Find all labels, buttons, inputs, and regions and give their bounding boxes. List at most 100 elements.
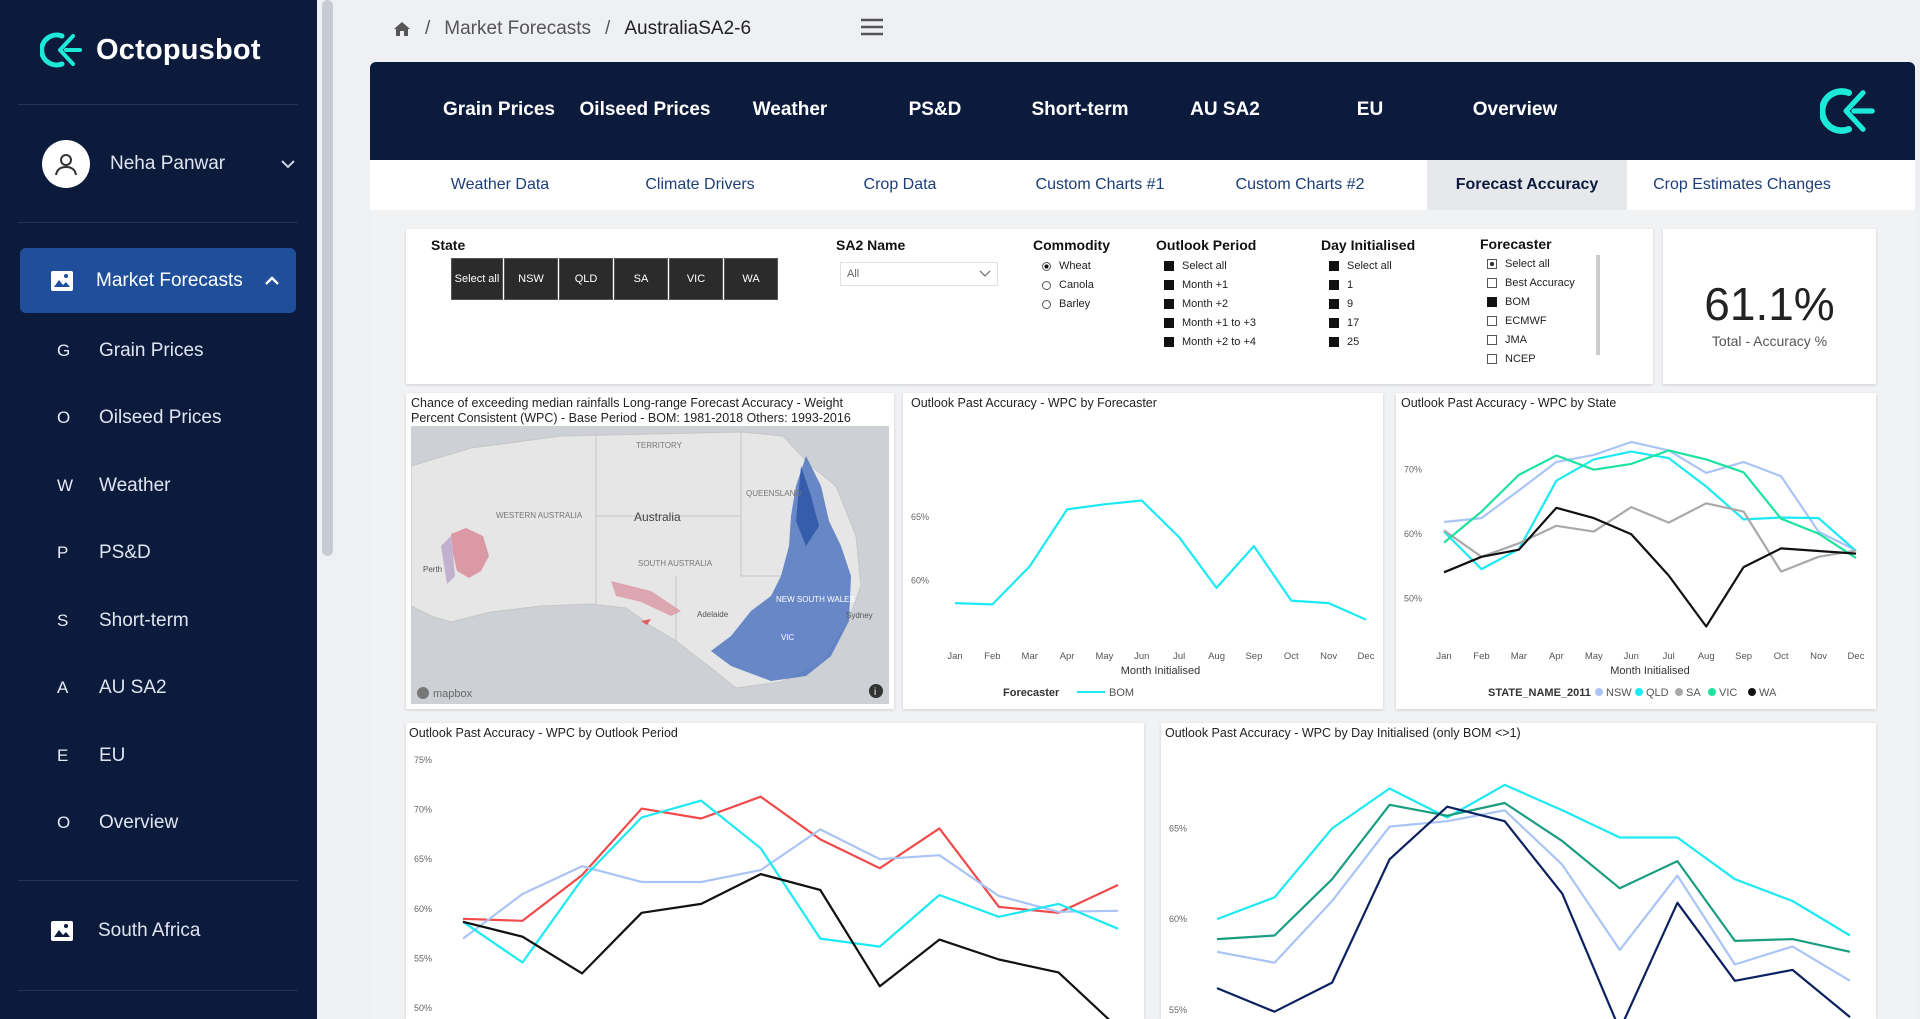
sidebar-item-weather[interactable]: W Weather [0, 466, 317, 506]
sidebar-item-letter: S [57, 611, 69, 630]
outlook-filter-title: Outlook Period [1156, 237, 1257, 253]
tab-custom-charts-2[interactable]: Custom Charts #2 [1200, 160, 1400, 210]
sidebar-item-short-term[interactable]: S Short-term [0, 601, 317, 641]
day-option-select-all[interactable]: Select all [1329, 260, 1392, 272]
tab-crop-data[interactable]: Crop Data [800, 160, 1000, 210]
state-button-vic[interactable]: VIC [669, 258, 723, 300]
series-line-unnamed[interactable] [1216, 809, 1851, 982]
y-tick-label: 75% [414, 755, 432, 765]
state-button-wa[interactable]: WA [724, 258, 778, 300]
forecaster-option-best-accuracy[interactable]: Best Accuracy [1487, 277, 1575, 289]
series-line-sa[interactable] [1443, 502, 1857, 573]
sidebar-item-psd[interactable]: P PS&D [0, 533, 317, 573]
tab-eu[interactable]: EU [1295, 99, 1445, 121]
outlook-option-month-1-to-3[interactable]: Month +1 to +3 [1164, 317, 1256, 329]
commodity-option-wheat[interactable]: Wheat [1042, 260, 1091, 272]
sidebar-item-label: Grain Prices [99, 340, 204, 361]
tab-climate-drivers[interactable]: Climate Drivers [600, 160, 800, 210]
legend-label[interactable]: WA [1759, 687, 1777, 699]
legend-label[interactable]: SA [1686, 687, 1701, 699]
x-tick-label: Nov [1320, 651, 1337, 662]
commodity-option-canola[interactable]: Canola [1042, 279, 1094, 291]
series-line-vic[interactable] [1443, 449, 1857, 560]
tab-weather-data[interactable]: Weather Data [400, 160, 600, 210]
home-icon[interactable] [393, 21, 411, 37]
sidebar-item-eu[interactable]: E EU [0, 736, 317, 776]
state-button-sa[interactable]: SA [614, 258, 668, 300]
tab-short-term[interactable]: Short-term [1005, 99, 1155, 121]
series-line-unnamed[interactable] [1216, 801, 1851, 953]
tab-custom-charts-1[interactable]: Custom Charts #1 [1000, 160, 1200, 210]
tab-weather[interactable]: Weather [715, 99, 865, 121]
day-filter-title: Day Initialised [1321, 237, 1416, 253]
forecaster-option-bom[interactable]: BOM [1487, 296, 1530, 308]
info-icon-glyph: i [874, 687, 876, 698]
tab-forecast-accuracy[interactable]: Forecast Accuracy [1427, 160, 1627, 210]
tab-oilseed-prices[interactable]: Oilseed Prices [570, 99, 720, 121]
outlook-option-month-2-to-4[interactable]: Month +2 to +4 [1164, 336, 1256, 348]
forecaster-option-ecmwf[interactable]: ECMWF [1487, 315, 1547, 327]
x-tick-label: Nov [1810, 651, 1827, 662]
rainfall-accuracy-map[interactable]: TERRITORY QUEENSLAND WESTERN AUSTRALIA A… [411, 426, 889, 704]
sidebar-item-overview[interactable]: O Overview [0, 803, 317, 843]
legend-label[interactable]: VIC [1719, 687, 1737, 699]
checkbox-checked-icon [1329, 337, 1339, 347]
app-logo[interactable]: Octopusbot [40, 30, 261, 70]
state-button-qld[interactable]: QLD [559, 258, 613, 300]
line-chart-outlook-period[interactable]: 50% 55% 60% 65% 70% 75% [406, 723, 1144, 1019]
legend-label[interactable]: NSW [1606, 687, 1632, 699]
day-option-17[interactable]: 17 [1329, 317, 1359, 329]
day-option-9[interactable]: 9 [1329, 298, 1353, 310]
mapbox-attribution[interactable]: mapbox [433, 688, 473, 700]
tab-grain-prices[interactable]: Grain Prices [424, 99, 574, 121]
sa2-dropdown[interactable]: All [840, 262, 998, 286]
chevron-down-icon[interactable] [280, 159, 296, 169]
x-tick-label: Mar [1511, 651, 1527, 662]
x-tick-label: Feb [1473, 651, 1489, 662]
state-button-nsw[interactable]: NSW [504, 258, 558, 300]
line-chart-forecaster[interactable]: 60% 65% Jan Feb Mar Apr May Jun Jul Aug Sep Oct Nov D… [903, 393, 1383, 709]
forecaster-option-jma[interactable]: JMA [1487, 334, 1527, 346]
state-button-select-all[interactable]: Select all [451, 258, 503, 300]
tab-overview[interactable]: Overview [1440, 99, 1590, 121]
map-label-adelaide: Adelaide [697, 610, 729, 619]
series-line-unnamed[interactable] [462, 828, 1119, 940]
series-line-unnamed[interactable] [1216, 783, 1851, 937]
tab-crop-estimates-changes[interactable]: Crop Estimates Changes [1627, 160, 1857, 210]
sidebar-item-au-sa2[interactable]: A AU SA2 [0, 668, 317, 708]
outlook-option-select-all[interactable]: Select all [1164, 260, 1227, 272]
line-chart-day-initialised[interactable]: 55% 60% 65% [1161, 723, 1876, 1019]
legend-label[interactable]: BOM [1109, 687, 1134, 699]
series-line-unnamed[interactable] [462, 873, 1118, 1019]
breadcrumb-parent[interactable]: Market Forecasts [444, 18, 591, 40]
menu-icon[interactable] [860, 18, 884, 36]
commodity-option-barley[interactable]: Barley [1042, 298, 1090, 310]
line-chart-state[interactable]: 50% 60% 70% Jan Feb Mar Apr May Jun Jul Aug Sep Oct N… [1396, 393, 1876, 709]
y-tick-label: 55% [1169, 1005, 1187, 1015]
map-label-south-australia: SOUTH AUSTRALIA [638, 559, 713, 568]
outlook-option-month-1[interactable]: Month +1 [1164, 279, 1228, 291]
x-tick-label: Jun [1134, 651, 1149, 662]
forecaster-list-scrollbar[interactable] [1596, 255, 1600, 355]
checkbox-icon [1487, 335, 1497, 345]
legend-label[interactable]: QLD [1646, 687, 1669, 699]
forecaster-option-select-all[interactable]: Select all [1487, 258, 1550, 270]
checkbox-partial-icon [1487, 259, 1497, 269]
outlook-option-month-2[interactable]: Month +2 [1164, 298, 1228, 310]
sidebar-scrollbar[interactable] [322, 0, 333, 556]
series-line-bom[interactable] [954, 499, 1367, 621]
y-tick-label: 55% [414, 954, 432, 964]
sidebar-item-south-africa[interactable]: South Africa [50, 920, 200, 942]
option-label: Canola [1059, 279, 1094, 291]
tab-psd[interactable]: PS&D [860, 99, 1010, 121]
forecaster-option-ncep[interactable]: NCEP [1487, 353, 1536, 365]
sidebar-item-grain-prices[interactable]: G Grain Prices [0, 331, 317, 371]
option-label: JMA [1505, 334, 1527, 346]
day-option-1[interactable]: 1 [1329, 279, 1353, 291]
sidebar-item-oilseed-prices[interactable]: O Oilseed Prices [0, 398, 317, 438]
x-tick-label: Jan [947, 651, 962, 662]
tab-au-sa2[interactable]: AU SA2 [1150, 99, 1300, 121]
day-option-25[interactable]: 25 [1329, 336, 1359, 348]
user-menu[interactable]: Neha Panwar [42, 140, 296, 188]
sidebar-item-market-forecasts[interactable]: Market Forecasts [20, 248, 296, 313]
